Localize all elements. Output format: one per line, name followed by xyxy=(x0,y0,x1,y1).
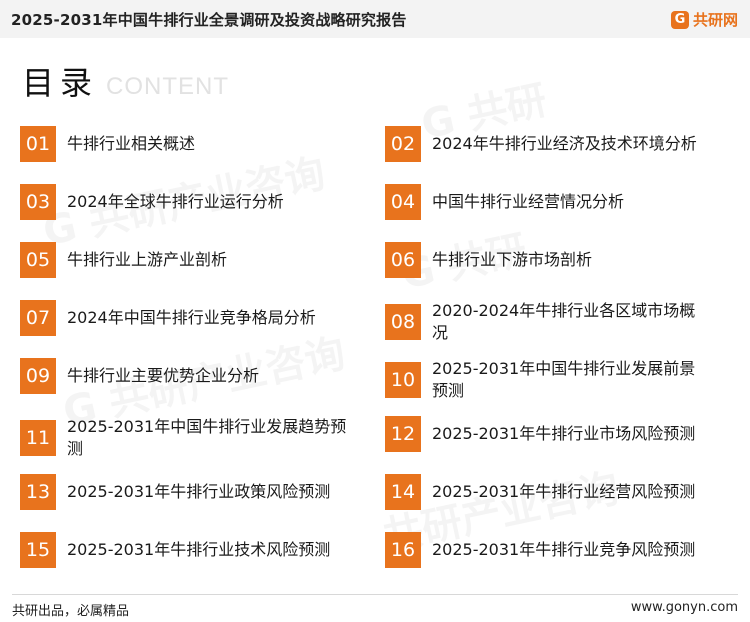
toc-label: 2024年全球牛排行业运行分析 xyxy=(67,192,284,211)
toc-number: 13 xyxy=(20,474,56,510)
toc-number: 12 xyxy=(385,416,421,452)
toc-label: 2025-2031年牛排行业市场风险预测 xyxy=(432,424,696,443)
toc-label: 2025-2031年牛排行业经营风险预测 xyxy=(432,482,696,501)
toc-number: 15 xyxy=(20,532,56,568)
logo-text: 共研网 xyxy=(692,11,738,29)
toc-item[interactable]: 12 2025-2031年牛排行业市场风险预测 xyxy=(385,416,715,452)
toc-number: 09 xyxy=(20,358,56,394)
toc-item[interactable]: 16 2025-2031年牛排行业竞争风险预测 xyxy=(385,532,715,568)
toc-label: 2025-2031年牛排行业技术风险预测 xyxy=(67,540,331,559)
toc-item[interactable]: 05 牛排行业上游产业剖析 xyxy=(20,242,360,278)
toc-label: 2025-2031年中国牛排行业发展趋势预测 xyxy=(67,417,347,458)
section-title-en: CONTENT xyxy=(106,73,230,100)
report-title: 2025-2031年中国牛排行业全景调研及投资战略研究报告 xyxy=(11,11,407,29)
footer-divider xyxy=(12,594,738,595)
toc-label: 牛排行业下游市场剖析 xyxy=(432,250,593,269)
footer-slogan: 共研出品，必属精品 xyxy=(12,604,130,619)
toc-number: 08 xyxy=(385,304,421,340)
toc-label: 牛排行业主要优势企业分析 xyxy=(67,366,260,385)
toc-label: 牛排行业上游产业剖析 xyxy=(67,250,228,269)
toc-number: 02 xyxy=(385,126,421,162)
toc-label: 2024年牛排行业经济及技术环境分析 xyxy=(432,134,697,153)
toc-number: 01 xyxy=(20,126,56,162)
footer-website[interactable]: www.gonyn.com xyxy=(631,600,738,615)
toc-number: 16 xyxy=(385,532,421,568)
toc-item[interactable]: 06 牛排行业下游市场剖析 xyxy=(385,242,715,278)
toc-label: 2020-2024年牛排行业各区域市场概况 xyxy=(432,301,696,342)
toc-label: 2025-2031年牛排行业竞争风险预测 xyxy=(432,540,696,559)
toc-item[interactable]: 15 2025-2031年牛排行业技术风险预测 xyxy=(20,532,360,568)
toc-number: 06 xyxy=(385,242,421,278)
toc-label: 中国牛排行业经营情况分析 xyxy=(432,192,625,211)
toc-number: 04 xyxy=(385,184,421,220)
toc-item[interactable]: 07 2024年中国牛排行业竞争格局分析 xyxy=(20,300,360,336)
toc-item[interactable]: 01 牛排行业相关概述 xyxy=(20,126,360,162)
toc-item[interactable]: 14 2025-2031年牛排行业经营风险预测 xyxy=(385,474,715,510)
section-title: 目录 xyxy=(22,64,99,102)
toc-item[interactable]: 11 2025-2031年中国牛排行业发展趋势预测 xyxy=(20,416,360,460)
toc-number: 03 xyxy=(20,184,56,220)
toc-item[interactable]: 10 2025-2031年中国牛排行业发展前景预测 xyxy=(385,358,715,402)
toc-number: 14 xyxy=(385,474,421,510)
logo: G 共研网 xyxy=(670,9,738,30)
toc-number: 11 xyxy=(20,420,56,456)
toc-number: 10 xyxy=(385,362,421,398)
toc-item[interactable]: 04 中国牛排行业经营情况分析 xyxy=(385,184,715,220)
toc-item[interactable]: 08 2020-2024年牛排行业各区域市场概况 xyxy=(385,300,715,344)
toc-number: 07 xyxy=(20,300,56,336)
toc-label: 2025-2031年中国牛排行业发展前景预测 xyxy=(432,359,696,400)
toc-label: 2024年中国牛排行业竞争格局分析 xyxy=(67,308,316,327)
toc-item[interactable]: 09 牛排行业主要优势企业分析 xyxy=(20,358,360,394)
toc-item[interactable]: 13 2025-2031年牛排行业政策风险预测 xyxy=(20,474,360,510)
toc-label: 2025-2031年牛排行业政策风险预测 xyxy=(67,482,331,501)
section-heading: 目录 CONTENT xyxy=(22,58,229,104)
logo-icon: G xyxy=(670,10,689,29)
toc-item[interactable]: 02 2024年牛排行业经济及技术环境分析 xyxy=(385,126,715,162)
toc-number: 05 xyxy=(20,242,56,278)
toc-item[interactable]: 03 2024年全球牛排行业运行分析 xyxy=(20,184,360,220)
header-bar: 2025-2031年中国牛排行业全景调研及投资战略研究报告 G 共研网 xyxy=(0,0,750,38)
toc-label: 牛排行业相关概述 xyxy=(67,134,196,153)
